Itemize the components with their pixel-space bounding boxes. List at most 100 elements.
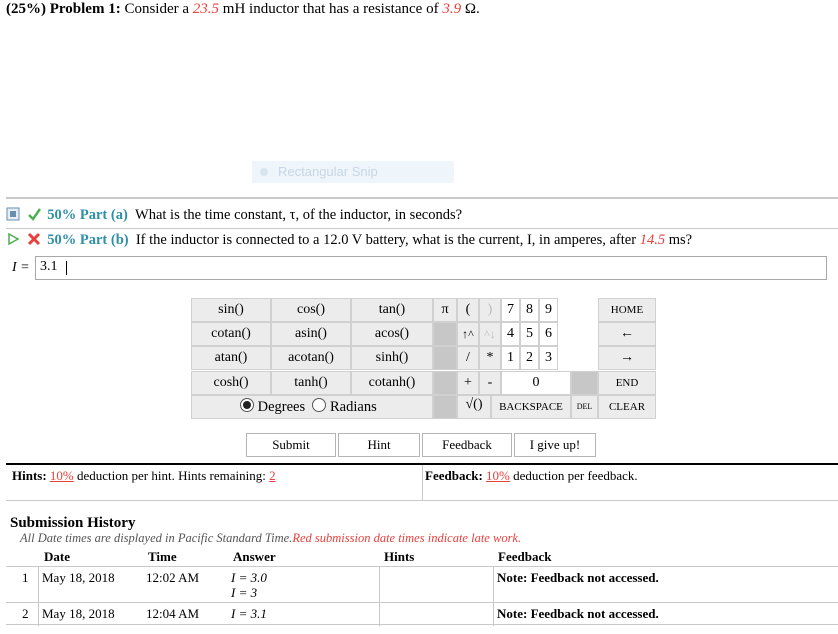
backspace-key[interactable]: BACKSPACE — [491, 395, 571, 419]
feedback-pct: 10% — [486, 468, 510, 483]
key-blank-4 — [433, 395, 457, 419]
key-plus[interactable]: + — [457, 371, 479, 395]
play-arrow-icon — [8, 232, 20, 246]
problem-statement: (25%) Problem 1: Consider a 23.5 mH indu… — [6, 1, 480, 18]
key-cotanh[interactable]: cotanh() — [351, 371, 433, 395]
snip-overlay: Rectangular Snip — [252, 161, 454, 183]
key-up-power[interactable]: ↑^ — [457, 322, 479, 346]
left-arrow-key[interactable]: ← — [598, 322, 656, 346]
problem-text-mid: mH inductor that has a resistance of — [222, 1, 439, 17]
key-blank-1 — [433, 322, 457, 346]
row-answer: I = 3.1 — [231, 606, 267, 621]
submit-button[interactable]: Submit — [246, 433, 336, 457]
key-cosh[interactable]: cosh() — [191, 371, 271, 395]
row-answer: I = 3.0 — [231, 570, 267, 585]
key-cos[interactable]: cos() — [271, 298, 351, 322]
snip-label: Rectangular Snip — [278, 164, 378, 179]
key-8[interactable]: 8 — [520, 298, 539, 322]
end-key[interactable]: END — [598, 371, 656, 395]
time-value: 14.5 — [639, 232, 666, 248]
part-a-question: What is the time constant, τ, of the ind… — [135, 207, 463, 223]
table-divider — [6, 602, 838, 603]
key-7[interactable]: 7 — [501, 298, 520, 322]
right-arrow-key[interactable]: → — [598, 346, 656, 370]
row-time: 12:04 AM — [146, 606, 200, 621]
key-6[interactable]: 6 — [539, 322, 558, 346]
resistance-value: 3.9 — [442, 1, 462, 17]
problem-label: Problem 1: — [49, 1, 121, 17]
key-open-paren[interactable]: ( — [457, 298, 479, 322]
table-divider — [379, 566, 380, 626]
key-acos[interactable]: acos() — [351, 322, 433, 346]
hints-pct: 10% — [49, 468, 74, 483]
key-cotan[interactable]: cotan() — [191, 322, 271, 346]
col-date: Date — [44, 549, 70, 564]
key-blank-3 — [433, 371, 457, 395]
key-5[interactable]: 5 — [520, 322, 539, 346]
key-asin[interactable]: asin() — [271, 322, 351, 346]
degrees-label: Degrees — [257, 399, 306, 415]
part-b-question: If the inductor is connected to a 12.0 V… — [135, 232, 637, 248]
hint-button[interactable]: Hint — [338, 433, 420, 457]
delete-key[interactable]: DEL — [571, 395, 598, 419]
degrees-radio[interactable] — [240, 398, 254, 412]
table-divider — [6, 624, 838, 625]
row-number: 1 — [22, 570, 29, 585]
key-atan[interactable]: atan() — [191, 346, 271, 370]
key-sqrt[interactable]: √() — [457, 395, 491, 419]
checkmark-icon — [27, 208, 41, 221]
key-pi[interactable]: π — [433, 298, 457, 322]
key-sinh[interactable]: sinh() — [351, 346, 433, 370]
table-divider — [6, 566, 838, 567]
col-feedback: Feedback — [498, 549, 552, 564]
col-time: Time — [148, 549, 177, 564]
part-b-title: 50% Part (b) — [47, 232, 129, 248]
col-answer: Answer — [233, 549, 276, 564]
key-blank-5 — [571, 371, 598, 395]
late-note: Red submission date times indicate late … — [292, 531, 522, 545]
key-down-power[interactable]: ^↓ — [479, 322, 501, 346]
row-date: May 18, 2018 — [42, 606, 115, 621]
feedback-info: Feedback: 10% deduction per feedback. — [425, 468, 638, 484]
timezone-note: All Date times are displayed in Pacific … — [20, 531, 521, 546]
hints-info: Hints: 10% deduction per hint. Hints rem… — [12, 468, 276, 484]
key-minus[interactable]: - — [479, 371, 501, 395]
key-close-paren[interactable]: ) — [479, 298, 501, 322]
key-multiply[interactable]: * — [479, 346, 501, 370]
answer-input[interactable]: 3.1 — [35, 256, 827, 280]
row-answer: I = 3 — [231, 585, 258, 600]
part-a-title: 50% Part (a) — [47, 207, 128, 223]
key-tan[interactable]: tan() — [351, 298, 433, 322]
key-0[interactable]: 0 — [501, 371, 571, 395]
table-divider — [38, 566, 39, 626]
key-1[interactable]: 1 — [501, 346, 520, 370]
problem-text-before: Consider a — [124, 1, 190, 17]
radians-radio[interactable] — [312, 398, 327, 412]
snip-dot-icon — [260, 168, 268, 176]
key-acotan[interactable]: acotan() — [271, 346, 351, 370]
key-9[interactable]: 9 — [539, 298, 558, 322]
key-tanh[interactable]: tanh() — [271, 371, 351, 395]
key-blank-2 — [433, 346, 457, 370]
home-key[interactable]: HOME — [598, 298, 656, 322]
give-up-button[interactable]: I give up! — [514, 433, 596, 457]
row-date: May 18, 2018 — [42, 570, 115, 585]
expand-icon[interactable] — [6, 207, 20, 221]
angle-mode-row: Degrees Radians — [191, 395, 433, 419]
hints-remaining: 2 — [269, 468, 276, 483]
part-b-row[interactable]: 50% Part (b) If the inductor is connecte… — [6, 228, 838, 251]
divider — [422, 465, 423, 501]
key-3[interactable]: 3 — [539, 346, 558, 370]
row-feedback: Note: Feedback not accessed. — [497, 570, 659, 585]
clear-key[interactable]: CLEAR — [598, 395, 656, 419]
hints-label: Hints: — [12, 468, 47, 483]
feedback-button[interactable]: Feedback — [422, 433, 512, 457]
key-2[interactable]: 2 — [520, 346, 539, 370]
row-number: 2 — [22, 606, 29, 621]
problem-weight: (25%) — [6, 1, 46, 17]
part-b-question-end: ms? — [668, 232, 693, 248]
key-sin[interactable]: sin() — [191, 298, 271, 322]
key-divide[interactable]: / — [457, 346, 479, 370]
key-4[interactable]: 4 — [501, 322, 520, 346]
part-a-row[interactable]: 50% Part (a) What is the time constant, … — [6, 204, 462, 226]
